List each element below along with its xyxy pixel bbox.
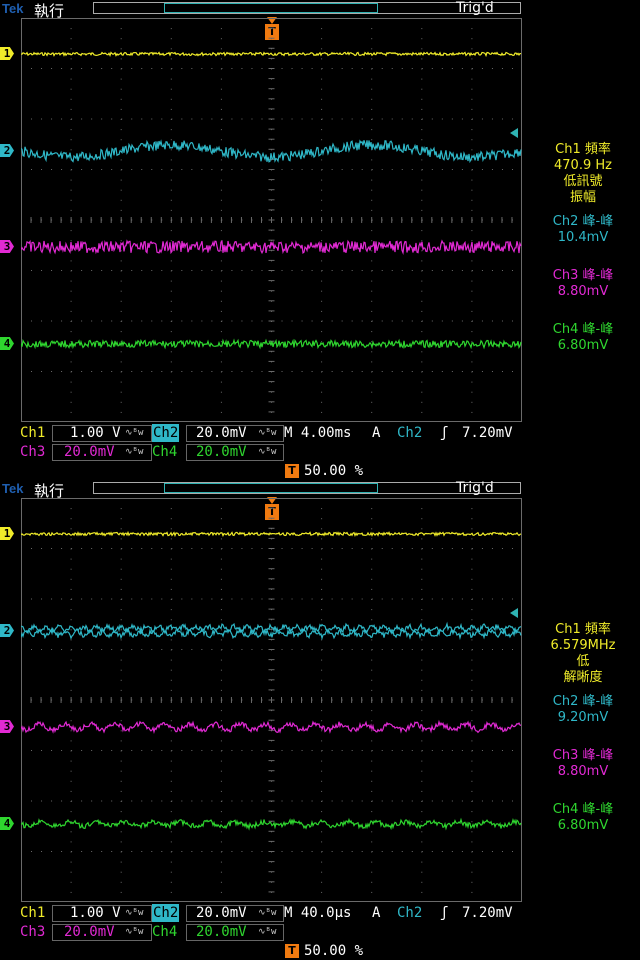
ch1-bw-limit-icon: ∿ᴮw — [125, 428, 144, 438]
ch3-label[interactable]: Ch3 — [20, 923, 45, 941]
ch3-measurement-line: 8.80mV — [557, 284, 609, 299]
ch1-scale[interactable]: 1.00 V — [70, 424, 121, 442]
ch4-bw-limit-icon: ∿ᴮw — [258, 927, 277, 937]
scope-screen: Tek 執行 Trig'd T 1 2 3 4 Ch1 頻率 470.9 Hz 低訊… — [0, 0, 640, 480]
ch2-scale[interactable]: 20.0mV — [196, 424, 247, 442]
settings-bar: Ch1 1.00 V ∿ᴮw Ch2 20.0mV ∿ᴮw M 40.0µs A… — [0, 904, 640, 960]
timebase[interactable]: M 4.00ms — [284, 424, 351, 442]
ch1-ground-marker[interactable]: 1 — [0, 527, 14, 540]
ch1-ground-marker[interactable]: 1 — [0, 47, 14, 60]
ch2-measurement-line: 10.4mV — [557, 230, 609, 245]
ch2-ground-marker[interactable]: 2 — [0, 624, 14, 637]
ch1-waveform — [21, 51, 522, 58]
trigger-status: Trig'd — [456, 480, 494, 496]
settings-bar: Ch1 1.00 V ∿ᴮw Ch2 20.0mV ∿ᴮw M 4.00ms A… — [0, 424, 640, 480]
ch1-measurement-line: 470.9 Hz — [554, 158, 612, 173]
ch4-label[interactable]: Ch4 — [152, 923, 177, 941]
ch3-scale[interactable]: 20.0mV — [64, 923, 115, 941]
record-view-window — [164, 3, 378, 13]
ch4-measurement-line: 6.80mV — [557, 338, 609, 353]
ch2-ground-marker[interactable]: 2 — [0, 144, 14, 157]
ch2-measurement-line: Ch2 峰-峰 — [552, 694, 614, 709]
scope-screen: Tek 執行 Trig'd T 1 2 3 4 Ch1 頻率 6.579MHz 低解… — [0, 480, 640, 960]
trigger-status: Trig'd — [456, 0, 494, 16]
ch3-label[interactable]: Ch3 — [20, 443, 45, 461]
ch1-measurement-line: 6.579MHz — [550, 638, 616, 653]
brand-logo: Tek — [2, 1, 24, 16]
ch3-ground-marker[interactable]: 3 — [0, 240, 14, 253]
ch1-measurement-line: 低訊號 — [563, 174, 603, 189]
ch2-label[interactable]: Ch2 — [152, 904, 180, 922]
ch4-measurement-line: Ch4 峰-峰 — [552, 322, 614, 337]
trigger-level[interactable]: 7.20mV — [462, 904, 513, 922]
ch3-measurement-line: 8.80mV — [557, 764, 609, 779]
ch2-scale[interactable]: 20.0mV — [196, 904, 247, 922]
ch3-measurement: Ch3 峰-峰 8.80mV — [526, 748, 640, 780]
timebase[interactable]: M 40.0µs — [284, 904, 351, 922]
ch1-measurement-line: 解晰度 — [563, 670, 603, 685]
record-view-window — [164, 483, 378, 493]
ch1-measurement-line: Ch1 頻率 — [555, 622, 611, 637]
trigger-slope-icon[interactable]: ʃ — [440, 904, 448, 922]
trigger-level-arrow-icon[interactable] — [510, 608, 518, 618]
ch1-measurement-line: 振幅 — [569, 190, 596, 205]
measurement-readouts: Ch1 頻率 6.579MHz 低解晰度 Ch2 峰-峰 9.20mV Ch3 峰-峰 8.… — [526, 622, 640, 834]
brand-logo: Tek — [2, 481, 24, 496]
ch2-measurement-line: Ch2 峰-峰 — [552, 214, 614, 229]
waveform-graticule — [21, 18, 522, 422]
ch1-measurement-line: 低 — [576, 654, 590, 669]
ch4-bw-limit-icon: ∿ᴮw — [258, 447, 277, 457]
ch4-scale[interactable]: 20.0mV — [196, 923, 247, 941]
ch4-ground-marker[interactable]: 4 — [0, 337, 14, 350]
ch4-label[interactable]: Ch4 — [152, 443, 177, 461]
waveform-graticule — [21, 498, 522, 902]
ch2-bw-limit-icon: ∿ᴮw — [258, 428, 277, 438]
ch1-measurement: Ch1 頻率 6.579MHz 低解晰度 — [526, 622, 640, 686]
ch1-bw-limit-icon: ∿ᴮw — [125, 908, 144, 918]
ch1-waveform — [21, 530, 522, 538]
ch3-measurement-line: Ch3 峰-峰 — [552, 268, 614, 283]
ch4-measurement-line: 6.80mV — [557, 818, 609, 833]
ch4-measurement-line: Ch4 峰-峰 — [552, 802, 614, 817]
ch2-label[interactable]: Ch2 — [152, 424, 180, 442]
trigger-source[interactable]: Ch2 — [397, 424, 422, 442]
trigger-level[interactable]: 7.20mV — [462, 424, 513, 442]
ch1-label[interactable]: Ch1 — [20, 424, 45, 442]
status-bar: Tek 執行 Trig'd — [0, 480, 640, 500]
ch3-scale[interactable]: 20.0mV — [64, 443, 115, 461]
ch4-measurement: Ch4 峰-峰 6.80mV — [526, 802, 640, 834]
ch2-bw-limit-icon: ∿ᴮw — [258, 908, 277, 918]
ch1-measurement-line: Ch1 頻率 — [555, 142, 611, 157]
ch3-measurement-line: Ch3 峰-峰 — [552, 748, 614, 763]
trigger-level-arrow-icon[interactable] — [510, 128, 518, 138]
trigger-slope-icon[interactable]: ʃ — [440, 424, 448, 442]
ch1-scale[interactable]: 1.00 V — [70, 904, 121, 922]
ch1-measurement: Ch1 頻率 470.9 Hz 低訊號 振幅 — [526, 142, 640, 206]
ch2-waveform — [21, 139, 522, 164]
ch3-bw-limit-icon: ∿ᴮw — [125, 447, 144, 457]
trigger-position-percent[interactable]: 50.00 % — [304, 463, 363, 479]
ch4-ground-marker[interactable]: 4 — [0, 817, 14, 830]
ch1-label[interactable]: Ch1 — [20, 904, 45, 922]
trigger-position-icon: T — [285, 464, 299, 478]
ch2-measurement: Ch2 峰-峰 9.20mV — [526, 694, 640, 726]
trigger-position-icon: T — [285, 944, 299, 958]
ch2-measurement: Ch2 峰-峰 10.4mV — [526, 214, 640, 246]
ch3-ground-marker[interactable]: 3 — [0, 720, 14, 733]
measurement-readouts: Ch1 頻率 470.9 Hz 低訊號 振幅 Ch2 峰-峰 10.4mV Ch3 峰-峰 8… — [526, 142, 640, 354]
trigger-position-percent[interactable]: 50.00 % — [304, 943, 363, 959]
ch3-bw-limit-icon: ∿ᴮw — [125, 927, 144, 937]
ch2-measurement-line: 9.20mV — [557, 710, 609, 725]
trigger-mode[interactable]: A — [372, 424, 380, 442]
trigger-mode[interactable]: A — [372, 904, 380, 922]
ch3-measurement: Ch3 峰-峰 8.80mV — [526, 268, 640, 300]
ch4-scale[interactable]: 20.0mV — [196, 443, 247, 461]
ch4-measurement: Ch4 峰-峰 6.80mV — [526, 322, 640, 354]
status-bar: Tek 執行 Trig'd — [0, 0, 640, 20]
trigger-source[interactable]: Ch2 — [397, 904, 422, 922]
